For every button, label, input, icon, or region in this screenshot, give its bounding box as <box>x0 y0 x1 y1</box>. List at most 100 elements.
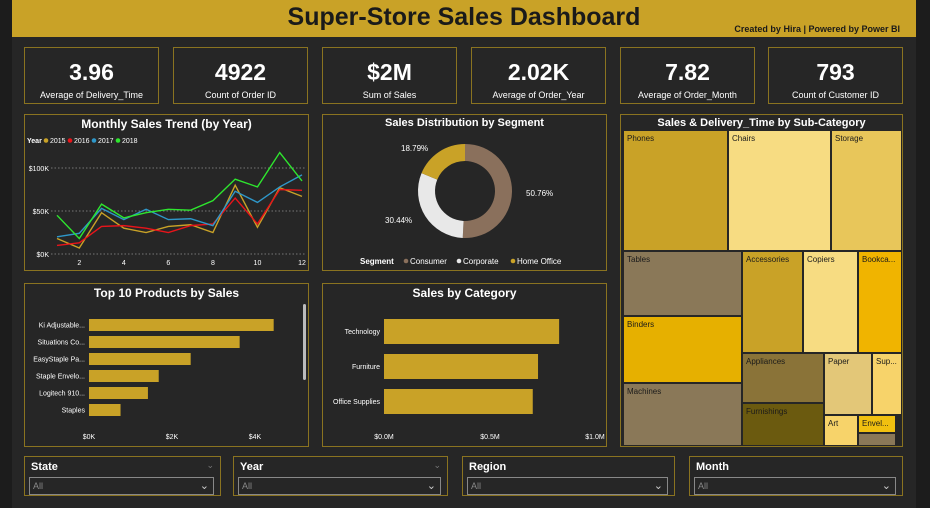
legend-title: Segment <box>360 257 394 266</box>
donut-slice-corporate[interactable] <box>418 173 464 238</box>
product-bar[interactable] <box>89 353 191 365</box>
kpi-card-order-month[interactable]: 7.82 Average of Order_Month <box>620 47 755 104</box>
kpi-value: 3.96 <box>69 59 114 85</box>
slicer-title: Region <box>469 461 507 473</box>
top-products-panel[interactable]: Top 10 Products by Sales Ki Adjustable..… <box>24 283 309 447</box>
kpi-card-customer-count[interactable]: 793 Count of Customer ID <box>768 47 903 104</box>
legend-dot-home-office <box>510 258 516 264</box>
chart-title: Sales & Delivery_Time by Sub-Category <box>657 117 866 129</box>
treemap-cell-art[interactable]: Art <box>824 415 858 446</box>
x-tick-label: $0.5M <box>480 434 500 441</box>
y-tick-label: $50K <box>33 209 50 216</box>
year-dropdown[interactable]: All ⌄ <box>238 477 441 495</box>
treemap-cell-copiers[interactable]: Copiers <box>803 251 858 353</box>
state-dropdown[interactable]: All ⌄ <box>29 477 214 495</box>
slicer-year[interactable]: Year ⌄ All ⌄ <box>233 456 448 496</box>
month-dropdown[interactable]: All ⌄ <box>694 477 896 495</box>
monthly-trend-chart: Year 2015 2016 2017 2018 $100K $50K $0K … <box>27 138 306 267</box>
treemap-cell-furnishings[interactable]: Furnishings <box>742 403 824 446</box>
legend-label-2015: 2015 <box>50 138 66 145</box>
product-bar[interactable] <box>89 387 148 399</box>
chevron-down-icon[interactable]: ⌄ <box>882 479 891 492</box>
product-label: Logitech 910... <box>39 391 85 398</box>
x-tick-label: 12 <box>298 260 306 267</box>
treemap-cell-phones[interactable]: Phones <box>623 130 728 251</box>
x-axis-ticks: 2 4 6 8 10 12 <box>77 260 306 267</box>
slicer-title: Year <box>240 461 264 473</box>
slicer-state[interactable]: State ⌄ All ⌄ <box>24 456 221 496</box>
chevron-down-icon[interactable]: ⌄ <box>206 460 214 471</box>
treemap-cell-bookcases[interactable]: Bookca... <box>858 251 902 353</box>
category-bar[interactable] <box>384 354 539 379</box>
product-bar[interactable] <box>89 319 274 331</box>
region-dropdown[interactable]: All ⌄ <box>467 477 668 495</box>
credit-text: Created by Hira | Powered by Power BI <box>734 24 900 34</box>
kpi-value: 793 <box>816 59 855 85</box>
treemap-cell-tables[interactable]: Tables <box>623 251 742 316</box>
product-bar[interactable] <box>89 404 121 416</box>
kpi-label: Count of Order ID <box>204 90 277 100</box>
kpi-label: Sum of Sales <box>362 90 417 100</box>
chevron-down-icon[interactable]: ⌄ <box>654 479 663 492</box>
slice-label-corporate: 30.44% <box>385 216 412 225</box>
category-panel[interactable]: Sales by Category Technology Furniture Off… <box>322 283 607 447</box>
treemap-cell-paper[interactable]: Paper <box>824 353 872 415</box>
category-bar[interactable] <box>384 319 560 344</box>
treemap-cell-envelopes[interactable]: Envel... <box>858 415 896 433</box>
kpi-card-sum-sales[interactable]: $2M Sum of Sales <box>322 47 457 104</box>
legend-dot-2017 <box>91 138 97 143</box>
dropdown-value: All <box>33 481 44 491</box>
slice-label-consumer: 50.76% <box>526 189 553 198</box>
kpi-card-order-count[interactable]: 4922 Count of Order ID <box>173 47 308 104</box>
treemap-cell-binders[interactable]: Binders <box>623 316 742 383</box>
kpi-label: Average of Order_Month <box>638 90 737 100</box>
scrollbar[interactable] <box>303 304 306 380</box>
chevron-down-icon[interactable]: ⌄ <box>433 460 441 471</box>
treemap-cell-machines[interactable]: Machines <box>623 383 742 446</box>
segment-panel[interactable]: Sales Distribution by Segment 50.76% 30.… <box>322 114 607 271</box>
product-label: EasyStaple Pa... <box>33 357 85 364</box>
dropdown-value: All <box>471 481 482 491</box>
x-tick-label: 2 <box>77 260 81 267</box>
legend-label-consumer: Consumer <box>410 257 447 266</box>
treemap-cell-supplies[interactable]: Sup... <box>872 353 902 415</box>
slicer-region[interactable]: Region All ⌄ <box>462 456 675 496</box>
treemap-panel[interactable]: Sales & Delivery_Time by Sub-Category Ph… <box>620 114 903 447</box>
treemap-cell-appliances[interactable]: Appliances <box>742 353 824 403</box>
treemap-cell-accessories[interactable]: Accessories <box>742 251 803 353</box>
slicer-title: State <box>31 461 58 473</box>
monthly-trend-panel[interactable]: Monthly Sales Trend (by Year) Year 2015 … <box>24 114 309 271</box>
legend-title: Year <box>27 138 42 145</box>
kpi-value: $2M <box>367 59 412 85</box>
top-products-chart: Ki Adjustable... Situations Co... EasyStap… <box>33 304 306 441</box>
product-bar[interactable] <box>89 336 240 348</box>
product-label: Ki Adjustable... <box>39 323 85 330</box>
x-tick-label: 4 <box>122 260 126 267</box>
legend-label-home-office: Home Office <box>517 257 562 266</box>
kpi-label: Average of Order_Year <box>492 90 585 100</box>
header-bar: Super-Store Sales Dashboard Created by H… <box>12 0 916 37</box>
legend-dot-2015 <box>43 138 49 143</box>
kpi-value: 4922 <box>214 59 267 85</box>
x-tick-label: $2K <box>166 434 179 441</box>
legend-dot-corporate <box>456 258 462 264</box>
treemap-cell-chairs[interactable]: Chairs <box>728 130 831 251</box>
series-line-2017[interactable] <box>56 174 303 238</box>
treemap-cell-storage[interactable]: Storage <box>831 130 902 251</box>
y-tick-label: $0K <box>37 252 50 259</box>
kpi-card-delivery-time[interactable]: 3.96 Average of Delivery_Time <box>24 47 159 104</box>
donut-slice-consumer[interactable] <box>462 144 512 238</box>
category-bar[interactable] <box>384 389 533 414</box>
legend-label-2018: 2018 <box>122 138 138 145</box>
product-bar[interactable] <box>89 370 159 382</box>
treemap: Phones Chairs Storage Tables Accessories… <box>623 130 902 446</box>
y-tick-label: $100K <box>29 166 50 173</box>
treemap-cell-unlabeled[interactable] <box>858 433 896 446</box>
chevron-down-icon[interactable]: ⌄ <box>200 479 209 492</box>
dropdown-value: All <box>698 481 709 491</box>
kpi-value: 2.02K <box>507 59 570 85</box>
kpi-card-order-year[interactable]: 2.02K Average of Order_Year <box>471 47 606 104</box>
chevron-down-icon[interactable]: ⌄ <box>427 479 436 492</box>
slicer-month[interactable]: Month All ⌄ <box>689 456 903 496</box>
donut-slices <box>418 144 512 238</box>
